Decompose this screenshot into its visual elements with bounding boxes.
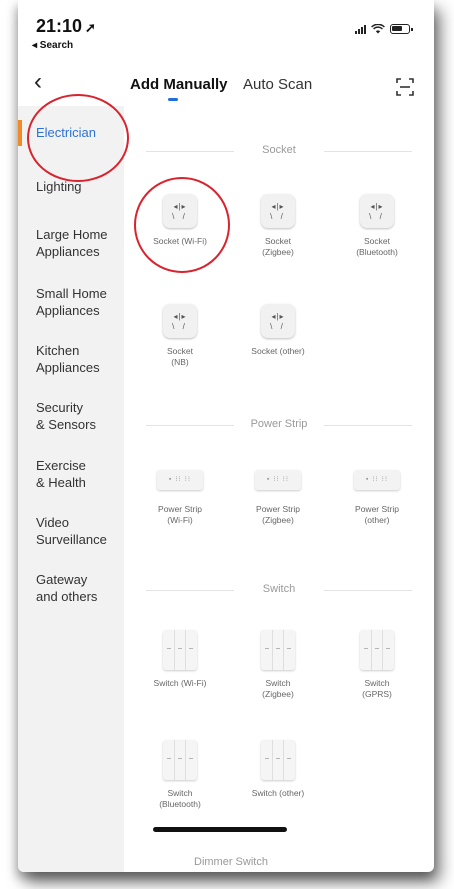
device-power-strip-zigbee[interactable]: ▪ ⁝⁝ ⁝⁝ Power Strip (Zigbee) bbox=[232, 470, 324, 526]
power-strip-icon: ▪ ⁝⁝ ⁝⁝ bbox=[255, 470, 301, 490]
power-strip-icon: ▪ ⁝⁝ ⁝⁝ bbox=[354, 470, 400, 490]
battery-icon bbox=[390, 24, 413, 34]
socket-icon: ◂|▸ \ / bbox=[163, 304, 197, 338]
sidebar-item-video-surveillance[interactable]: Video Surveillance bbox=[36, 514, 107, 548]
device-switch-wifi[interactable]: Switch (Wi-Fi) bbox=[134, 630, 226, 689]
signal-icon bbox=[355, 24, 366, 34]
section-title-switch: Switch bbox=[124, 582, 434, 598]
back-to-search-link[interactable]: ◂ Search bbox=[32, 40, 73, 51]
socket-icon: ◂|▸ \ / bbox=[261, 194, 295, 228]
device-power-strip-other[interactable]: ▪ ⁝⁝ ⁝⁝ Power Strip (other) bbox=[331, 470, 423, 526]
section-title-socket: Socket bbox=[124, 143, 434, 159]
wifi-icon bbox=[371, 24, 385, 34]
device-socket-other[interactable]: ◂|▸ \ / Socket (other) bbox=[232, 304, 324, 357]
status-bar: 21:10 ➚ ◂ Search bbox=[18, 0, 434, 62]
device-switch-gprs[interactable]: Switch (GPRS) bbox=[331, 630, 423, 700]
device-socket-bluetooth[interactable]: ◂|▸ \ / Socket (Bluetooth) bbox=[331, 194, 423, 258]
active-category-indicator bbox=[18, 120, 22, 146]
device-switch-bluetooth[interactable]: Switch (Bluetooth) bbox=[134, 740, 226, 810]
tab-add-manually[interactable]: Add Manually bbox=[130, 76, 228, 93]
sidebar-item-small-home-appliances[interactable]: Small Home Appliances bbox=[36, 285, 107, 319]
status-time: 21:10 ➚ bbox=[36, 16, 96, 36]
sidebar-item-gateway-others[interactable]: Gateway and others bbox=[36, 571, 97, 605]
active-tab-indicator bbox=[168, 98, 178, 101]
annotation-circle-electrician bbox=[27, 94, 129, 182]
sidebar-item-security-sensors[interactable]: Security & Sensors bbox=[36, 399, 96, 433]
section-title-power-strip: Power Strip bbox=[124, 417, 434, 433]
socket-icon: ◂|▸ \ / bbox=[360, 194, 394, 228]
sidebar-item-large-home-appliances[interactable]: Large Home Appliances bbox=[36, 226, 108, 260]
sidebar-item-exercise-health[interactable]: Exercise & Health bbox=[36, 457, 86, 491]
tab-auto-scan[interactable]: Auto Scan bbox=[243, 76, 312, 93]
device-power-strip-wifi[interactable]: ▪ ⁝⁝ ⁝⁝ Power Strip (Wi-Fi) bbox=[134, 470, 226, 526]
annotation-circle-socket-wifi bbox=[134, 177, 230, 273]
location-arrow-icon: ➚ bbox=[85, 20, 96, 35]
switch-icon bbox=[163, 740, 197, 780]
home-indicator[interactable] bbox=[153, 827, 287, 832]
socket-icon: ◂|▸ \ / bbox=[261, 304, 295, 338]
status-icons bbox=[355, 24, 413, 34]
power-strip-icon: ▪ ⁝⁝ ⁝⁝ bbox=[157, 470, 203, 490]
switch-icon bbox=[360, 630, 394, 670]
scan-icon[interactable] bbox=[396, 78, 414, 96]
category-sidebar: Electrician Lighting Large Home Applianc… bbox=[18, 106, 124, 872]
section-title-dimmer-switch: Dimmer Switch bbox=[194, 856, 268, 868]
switch-icon bbox=[261, 630, 295, 670]
device-socket-nb[interactable]: ◂|▸ \ / Socket (NB) bbox=[134, 304, 226, 368]
device-switch-zigbee[interactable]: Switch (Zigbee) bbox=[232, 630, 324, 700]
back-chevron-icon[interactable]: ‹ bbox=[34, 68, 42, 96]
device-switch-other[interactable]: Switch (other) bbox=[232, 740, 324, 799]
switch-icon bbox=[163, 630, 197, 670]
switch-icon bbox=[261, 740, 295, 780]
device-socket-zigbee[interactable]: ◂|▸ \ / Socket (Zigbee) bbox=[232, 194, 324, 258]
sidebar-item-kitchen-appliances[interactable]: Kitchen Appliances bbox=[36, 342, 100, 376]
